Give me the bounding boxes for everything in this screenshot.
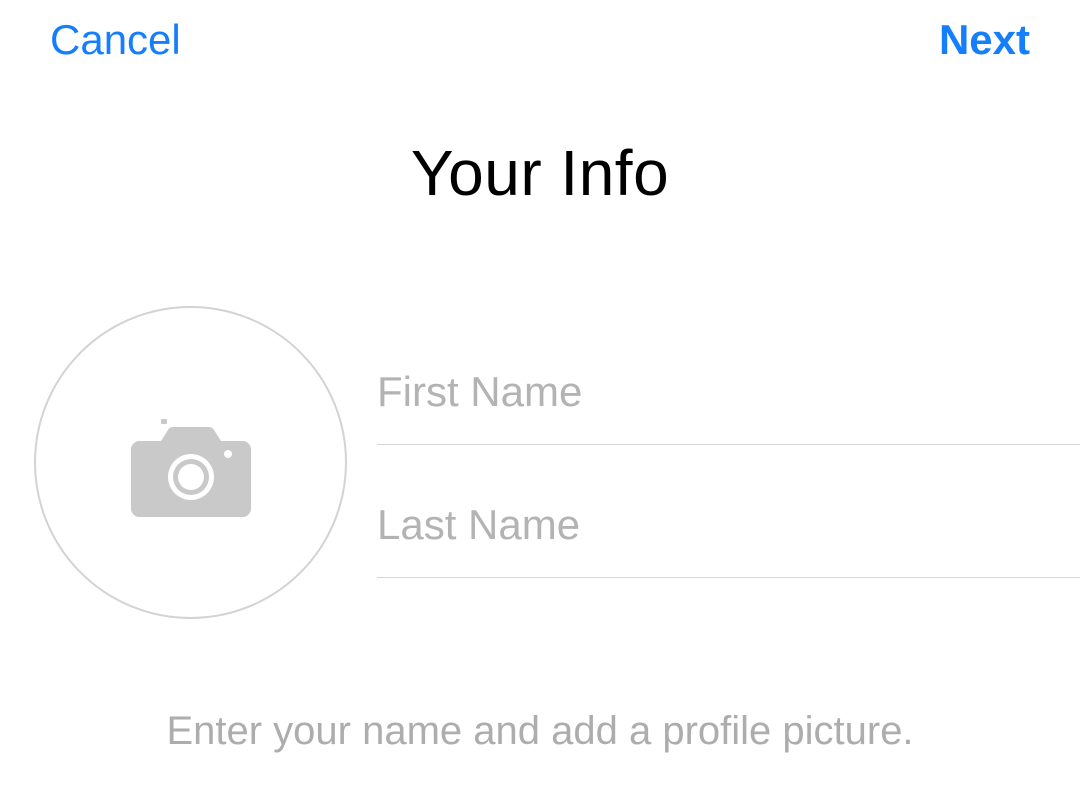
first-name-field[interactable] — [377, 348, 1080, 445]
form-area — [0, 210, 1080, 619]
nav-bar: Cancel Next — [0, 0, 1080, 80]
page-title: Your Info — [0, 136, 1080, 210]
camera-icon — [131, 419, 251, 519]
next-button[interactable]: Next — [939, 16, 1030, 64]
last-name-field[interactable] — [377, 481, 1080, 578]
add-photo-button[interactable] — [34, 306, 347, 619]
last-name-wrapper — [377, 481, 1080, 578]
cancel-button[interactable]: Cancel — [50, 16, 181, 64]
first-name-wrapper — [377, 348, 1080, 445]
name-fields — [377, 348, 1080, 578]
hint-text: Enter your name and add a profile pictur… — [0, 709, 1080, 754]
